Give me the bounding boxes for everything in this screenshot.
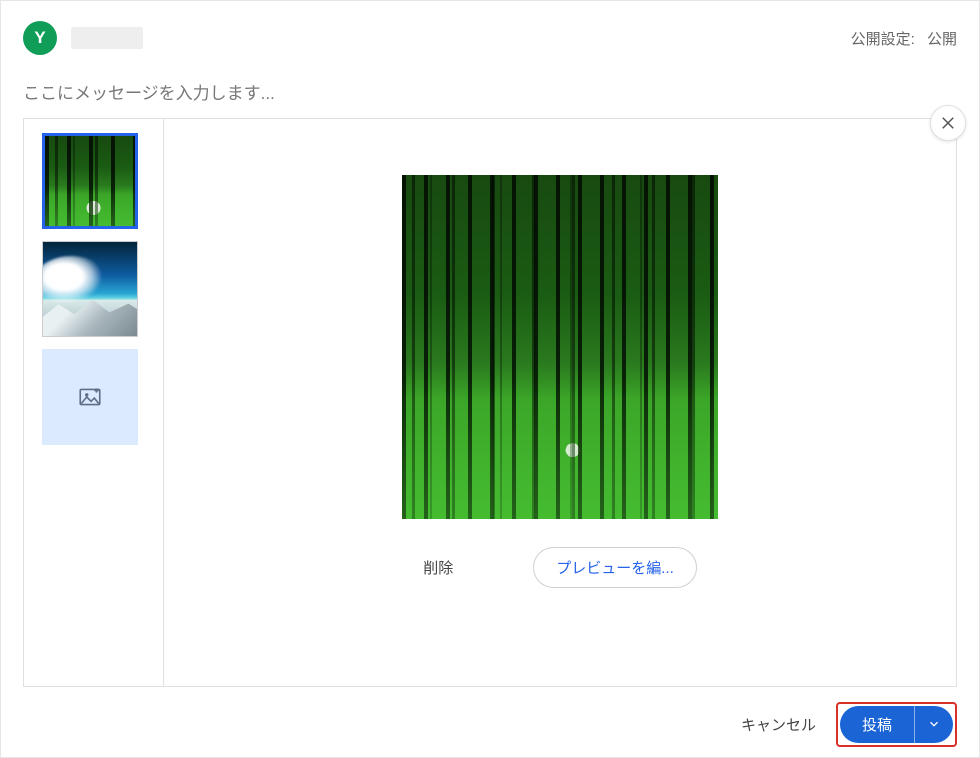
attachment-editor: 削除 プレビューを編... bbox=[23, 118, 957, 687]
message-input[interactable]: ここにメッセージを入力します... bbox=[23, 79, 957, 104]
thumbnail-1[interactable] bbox=[42, 133, 138, 229]
avatar: Y bbox=[23, 21, 57, 55]
privacy-value: 公開 bbox=[927, 31, 957, 48]
chevron-down-icon bbox=[927, 717, 941, 731]
add-image-button[interactable] bbox=[42, 349, 138, 445]
delete-button[interactable]: 削除 bbox=[423, 557, 453, 578]
preview-image-forest bbox=[402, 175, 718, 519]
privacy-label: 公開設定: bbox=[851, 31, 915, 48]
cancel-button[interactable]: キャンセル bbox=[741, 714, 816, 735]
preview-image bbox=[402, 175, 718, 519]
thumbnail-image-sky bbox=[43, 242, 137, 336]
add-image-icon bbox=[77, 384, 103, 410]
thumbnail-image-forest bbox=[45, 136, 135, 226]
post-button[interactable]: 投稿 bbox=[840, 706, 914, 743]
thumbnail-strip bbox=[24, 119, 164, 686]
close-icon bbox=[939, 114, 957, 132]
edit-preview-button[interactable]: プレビューを編... bbox=[533, 547, 697, 588]
thumbnail-2[interactable] bbox=[42, 241, 138, 337]
preview-actions: 削除 プレビューを編... bbox=[423, 547, 697, 588]
post-menu-button[interactable] bbox=[914, 706, 953, 743]
post-button-group: 投稿 bbox=[836, 702, 957, 747]
username-placeholder bbox=[71, 27, 143, 49]
privacy-setting[interactable]: 公開設定: 公開 bbox=[851, 28, 957, 49]
post-composer-dialog: Y 公開設定: 公開 ここにメッセージを入力します... bbox=[0, 0, 980, 758]
close-editor-button[interactable] bbox=[930, 105, 966, 141]
composer-header: Y 公開設定: 公開 bbox=[23, 19, 957, 57]
preview-pane: 削除 プレビューを編... bbox=[164, 119, 956, 686]
dialog-footer: キャンセル 投稿 bbox=[23, 687, 957, 743]
